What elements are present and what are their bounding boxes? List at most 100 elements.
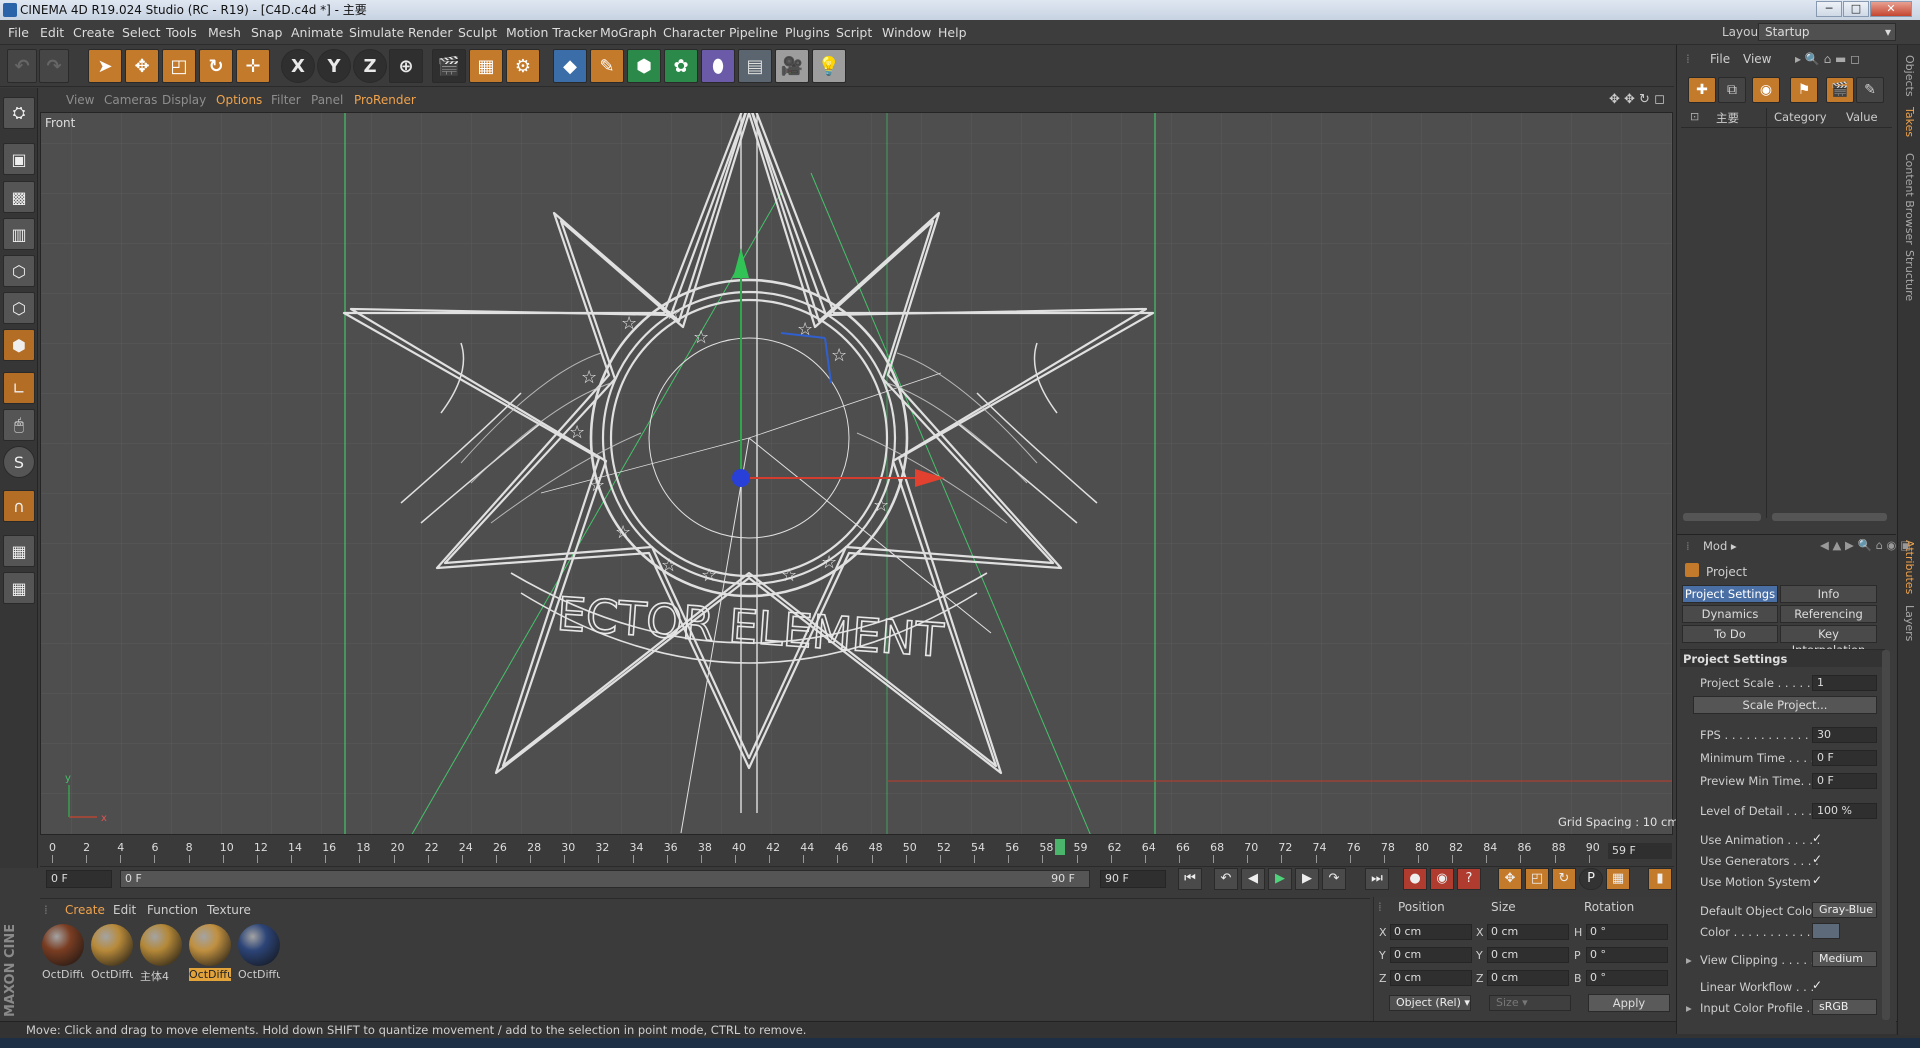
default-color-select[interactable]: Gray-Blue <box>1812 902 1877 918</box>
menu-edit[interactable]: Edit <box>40 20 64 45</box>
take-auto-icon[interactable]: ⚑ <box>1790 77 1818 103</box>
menu-plugins[interactable]: Plugins <box>785 20 830 45</box>
multi-tool-icon[interactable]: ✛ <box>236 49 270 83</box>
points-mode-icon[interactable]: ⬡ <box>3 255 35 287</box>
current-frame-marker[interactable] <box>1055 839 1066 855</box>
side-tab-layers[interactable]: Layers <box>1903 605 1916 641</box>
take-expand-icon[interactable]: ⊡ <box>1690 110 1699 123</box>
menu-file[interactable]: File <box>8 20 29 45</box>
tab-project-settings[interactable]: Project Settings <box>1682 585 1778 603</box>
axis-mode-icon[interactable]: ∟ <box>3 372 35 404</box>
linear-workflow-checkbox[interactable]: ✓ <box>1812 978 1822 992</box>
make-editable-icon[interactable]: ⛭ <box>3 97 35 129</box>
preview-range-slider[interactable]: 0 F 90 F <box>120 870 1090 888</box>
menu-select[interactable]: Select <box>122 20 161 45</box>
y-axis-lock-button[interactable]: Y <box>317 49 351 83</box>
material-menu-create[interactable]: Create <box>65 900 105 920</box>
render-view-icon[interactable]: 🎬 <box>432 49 466 83</box>
play-icon[interactable]: ▶ <box>1268 868 1292 890</box>
view-clipping-expand-icon[interactable]: ▸ <box>1686 953 1692 967</box>
fps-field[interactable]: 30 <box>1812 727 1877 743</box>
viewport-menu-prorender[interactable]: ProRender <box>354 89 416 111</box>
scale-project-button[interactable]: Scale Project... <box>1693 696 1877 714</box>
object-menu-file[interactable]: File <box>1710 52 1730 66</box>
subdivision-icon[interactable]: ⬢ <box>627 49 661 83</box>
material-item[interactable]: 主体4 <box>140 924 182 984</box>
object-center-icon[interactable] <box>732 469 750 487</box>
select-tool-icon[interactable]: ➤ <box>88 49 122 83</box>
menu-animate[interactable]: Animate <box>291 20 343 45</box>
material-item[interactable]: OctDiffu <box>189 924 231 984</box>
attr-mode-menu[interactable]: Mod ▸ <box>1703 539 1737 553</box>
menu-window[interactable]: Window <box>882 20 931 45</box>
coord-mode-select[interactable]: Object (Rel) ▾ <box>1389 995 1471 1011</box>
take-clone-icon[interactable]: ⧉ <box>1718 77 1746 103</box>
viewport-menu-cameras[interactable]: Cameras <box>104 89 157 111</box>
key-rotation-icon[interactable]: ↻ <box>1552 868 1576 890</box>
current-frame-field[interactable]: 59 F <box>1608 843 1672 859</box>
texture-mode-icon[interactable]: ▩ <box>3 181 35 213</box>
next-key-icon[interactable]: ↷ <box>1322 868 1346 890</box>
layout-select[interactable]: Startup ▾ <box>1758 23 1896 41</box>
viewport-menu-filter[interactable]: Filter <box>271 89 301 111</box>
take-add-icon[interactable]: ✚ <box>1688 77 1716 103</box>
rotation-field[interactable]: 0 ° <box>1586 947 1668 963</box>
timeline-window-icon[interactable]: ▮ <box>1648 868 1672 890</box>
coord-size-mode-select[interactable]: Size ▾ <box>1489 995 1571 1011</box>
size-field[interactable]: 0 cm <box>1487 970 1569 986</box>
attr-nav-icons[interactable]: ◀ ▲ ▶ 🔍 ⌂ ◉ ▣ <box>1820 538 1911 552</box>
material-menu-texture[interactable]: Texture <box>207 900 251 920</box>
scale-tool-icon[interactable]: ◰ <box>162 49 196 83</box>
cube-icon[interactable]: ◆ <box>553 49 587 83</box>
snap-icon[interactable]: ∩ <box>3 490 35 522</box>
coordinate-system-icon[interactable]: ⊕ <box>389 49 423 83</box>
tab-todo[interactable]: To Do <box>1682 625 1778 643</box>
menu-create[interactable]: Create <box>73 20 115 45</box>
attr-scrollbar[interactable] <box>1882 650 1890 1020</box>
take-render-icon[interactable]: 🎬 <box>1826 77 1854 103</box>
input-color-expand-icon[interactable]: ▸ <box>1686 1001 1692 1015</box>
material-menu-edit[interactable]: Edit <box>113 900 136 920</box>
end-frame-field[interactable]: 90 F <box>1100 870 1166 888</box>
start-frame-field[interactable]: 0 F <box>46 870 112 888</box>
preview-min-field[interactable]: 0 F <box>1812 773 1877 789</box>
take-lock-icon[interactable]: ✎ <box>1856 77 1884 103</box>
model-mode-icon[interactable]: ▣ <box>3 143 35 175</box>
cloner-icon[interactable]: ✿ <box>664 49 698 83</box>
maximize-button[interactable]: □ <box>1843 1 1869 17</box>
redo-icon[interactable]: ↷ <box>39 49 69 83</box>
workplane-mode-icon[interactable]: ▥ <box>3 218 35 250</box>
rotation-field[interactable]: 0 ° <box>1586 924 1668 940</box>
keyframe-selection-icon[interactable]: ? <box>1457 868 1481 890</box>
size-field[interactable]: 0 cm <box>1487 947 1569 963</box>
tab-dynamics[interactable]: Dynamics <box>1682 605 1778 623</box>
use-generators-checkbox[interactable]: ✓ <box>1812 852 1822 866</box>
view-clipping-select[interactable]: Medium <box>1812 951 1877 967</box>
render-settings-icon[interactable]: ⚙ <box>506 49 540 83</box>
render-picture-viewer-icon[interactable]: ▦ <box>469 49 503 83</box>
viewport-nav-icons[interactable]: ✥ ✥ ↻ ◻ <box>1609 89 1665 111</box>
pen-spline-icon[interactable]: ✎ <box>590 49 624 83</box>
edges-mode-icon[interactable]: ⬡ <box>3 292 35 324</box>
side-tab-takes[interactable]: Takes <box>1903 107 1916 137</box>
next-frame-icon[interactable]: ▶ <box>1295 868 1319 890</box>
z-axis-lock-button[interactable]: Z <box>353 49 387 83</box>
color-swatch[interactable] <box>1812 923 1840 939</box>
tab-key-interpolation[interactable]: Key Interpolation <box>1780 625 1877 657</box>
polygons-mode-icon[interactable]: ⬢ <box>3 329 35 361</box>
use-motion-checkbox[interactable]: ✓ <box>1812 873 1822 887</box>
minimize-button[interactable]: ─ <box>1816 1 1842 17</box>
apply-button[interactable]: Apply <box>1588 994 1670 1012</box>
viewport-menu-display[interactable]: Display <box>162 89 206 111</box>
material-menu-function[interactable]: Function <box>147 900 198 920</box>
key-pla-icon[interactable]: ▦ <box>1606 868 1630 890</box>
object-toolbar-icons[interactable]: ▸ 🔍 ⌂ ▬ ◻ <box>1795 52 1860 66</box>
menu-snap[interactable]: Snap <box>251 20 282 45</box>
take-main-name[interactable]: 主要 <box>1716 110 1739 126</box>
x-axis-lock-button[interactable]: X <box>281 49 315 83</box>
grid-workplane-icon[interactable]: ▦ <box>3 572 35 604</box>
side-tab-objects[interactable]: Objects <box>1903 55 1916 97</box>
record-active-icon[interactable]: ● <box>1403 868 1427 890</box>
menu-character[interactable]: Character <box>663 20 725 45</box>
camera-icon[interactable]: 🎥 <box>775 49 809 83</box>
